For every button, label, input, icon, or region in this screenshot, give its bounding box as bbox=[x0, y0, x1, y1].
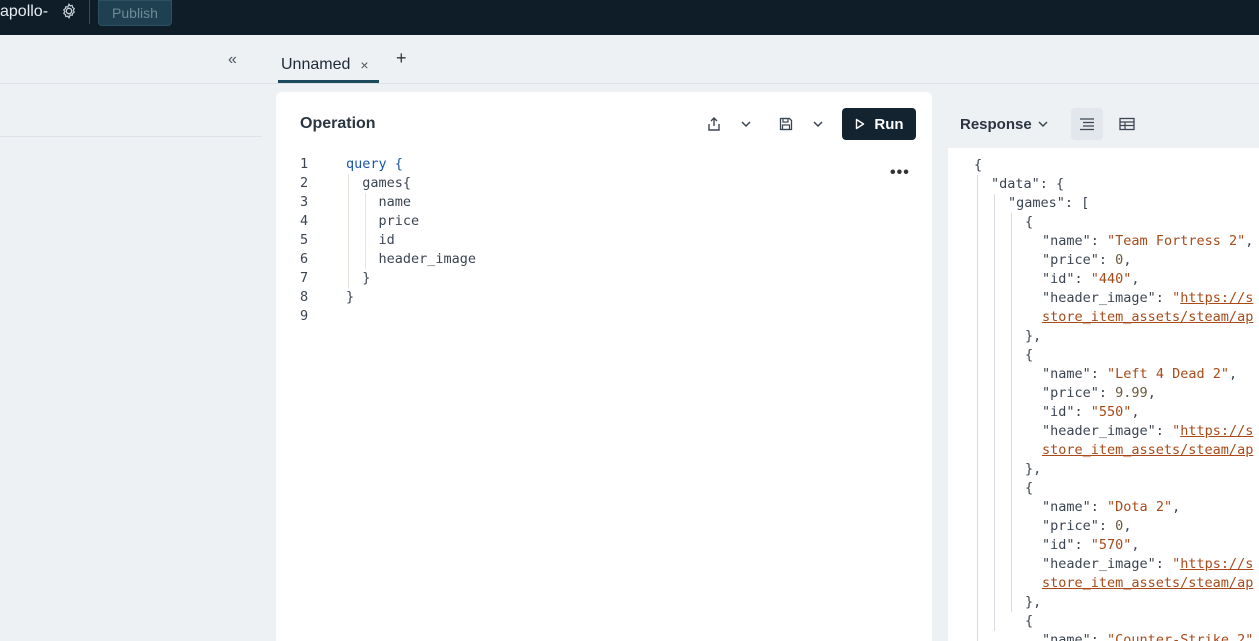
json-line: "name": "Left 4 Dead 2", bbox=[1042, 366, 1238, 382]
sidebar-divider bbox=[0, 136, 262, 137]
chevron-down-icon[interactable] bbox=[738, 116, 754, 132]
json-link[interactable]: https://s bbox=[1180, 290, 1253, 306]
tab-label: Unnamed bbox=[281, 56, 351, 73]
tab-bar-divider bbox=[262, 83, 1259, 84]
json-line: "name": "Counter-Strike 2" bbox=[1042, 632, 1254, 641]
top-bar: apollo- Publish bbox=[0, 0, 1259, 35]
close-tab-icon[interactable]: × bbox=[360, 57, 368, 73]
line-number: 8 bbox=[300, 289, 309, 305]
json-line: { bbox=[1025, 480, 1034, 496]
response-panel[interactable]: { "data": { "games": [ { "name": "Team Fortr… bbox=[948, 148, 1259, 641]
code-text: } bbox=[346, 289, 355, 305]
code-text: id bbox=[346, 232, 395, 248]
graph-name[interactable]: apollo- bbox=[0, 2, 48, 22]
publish-button[interactable]: Publish bbox=[98, 0, 172, 26]
chevron-down-icon[interactable] bbox=[1035, 116, 1051, 132]
sidebar bbox=[0, 35, 262, 641]
tab-unnamed[interactable]: Unnamed × bbox=[278, 50, 379, 83]
operation-title: Operation bbox=[300, 115, 376, 132]
indent-guide bbox=[994, 194, 995, 631]
topbar-divider bbox=[89, 0, 90, 24]
code-text: query { bbox=[346, 156, 403, 172]
operation-panel: Operation Run ••• 1 query {2 games{3 name… bbox=[276, 92, 932, 641]
json-line: "name": "Team Fortress 2", bbox=[1042, 233, 1254, 249]
line-number: 2 bbox=[300, 175, 309, 191]
json-line: "id": "440", bbox=[1042, 271, 1140, 287]
line-number: 3 bbox=[300, 194, 309, 210]
json-line: "header_image": "https://s bbox=[1042, 556, 1254, 572]
json-link[interactable]: https://s bbox=[1180, 423, 1253, 439]
json-line: "games": [ bbox=[1008, 195, 1090, 211]
json-line: "price": 9.99, bbox=[1042, 385, 1156, 401]
json-link[interactable]: store_item_assets/steam/ap bbox=[1042, 309, 1253, 325]
text-lines-icon bbox=[1080, 118, 1094, 131]
json-link[interactable]: store_item_assets/steam/ap bbox=[1042, 575, 1253, 591]
json-line: }, bbox=[1025, 328, 1042, 344]
run-button[interactable]: Run bbox=[842, 108, 916, 140]
json-line: "id": "570", bbox=[1042, 537, 1140, 553]
code-text: header_image bbox=[346, 251, 477, 267]
code-line[interactable]: 4 price bbox=[276, 212, 932, 231]
table-icon[interactable] bbox=[1119, 116, 1135, 132]
json-line: "data": { bbox=[991, 176, 1065, 192]
json-line: { bbox=[1025, 613, 1034, 629]
json-view-button[interactable] bbox=[1071, 108, 1103, 140]
json-line: { bbox=[974, 157, 983, 173]
code-text: name bbox=[346, 194, 412, 210]
json-line: store_item_assets/steam/ap bbox=[1042, 441, 1253, 460]
line-number: 9 bbox=[300, 308, 309, 324]
line-number: 6 bbox=[300, 251, 309, 267]
code-text: } bbox=[346, 270, 371, 286]
code-line[interactable]: 2 games{ bbox=[276, 174, 932, 193]
code-line[interactable]: 8} bbox=[276, 288, 932, 307]
line-number: 7 bbox=[300, 270, 309, 286]
save-icon[interactable] bbox=[778, 116, 794, 132]
add-tab-button[interactable]: + bbox=[396, 48, 407, 69]
json-line: "header_image": "https://s bbox=[1042, 290, 1254, 306]
run-label: Run bbox=[874, 115, 904, 133]
share-icon[interactable] bbox=[706, 116, 722, 132]
json-line: }, bbox=[1025, 594, 1042, 610]
code-line[interactable]: 5 id bbox=[276, 231, 932, 250]
response-title[interactable]: Response bbox=[960, 116, 1032, 133]
json-line: "price": 0, bbox=[1042, 518, 1132, 534]
sidebar-divider bbox=[0, 83, 262, 84]
gear-icon[interactable] bbox=[60, 2, 78, 20]
json-line: store_item_assets/steam/ap bbox=[1042, 574, 1253, 593]
json-line: "header_image": "https://s bbox=[1042, 423, 1254, 439]
indent-guide bbox=[977, 175, 978, 641]
code-line[interactable]: 3 name bbox=[276, 193, 932, 212]
json-line: "id": "550", bbox=[1042, 404, 1140, 420]
json-link[interactable]: store_item_assets/steam/ap bbox=[1042, 442, 1253, 458]
chevron-down-icon[interactable] bbox=[810, 116, 826, 132]
code-line[interactable]: 7 } bbox=[276, 269, 932, 288]
code-text: games{ bbox=[346, 175, 412, 191]
code-line[interactable]: 9 bbox=[276, 307, 932, 326]
response-header: Response bbox=[948, 92, 1259, 148]
json-link[interactable]: https://s bbox=[1180, 556, 1253, 572]
play-icon bbox=[856, 118, 865, 130]
collapse-sidebar-icon[interactable]: « bbox=[228, 51, 237, 69]
code-line[interactable]: 1 query { bbox=[276, 155, 932, 174]
code-line[interactable]: 6 header_image bbox=[276, 250, 932, 269]
line-number: 5 bbox=[300, 232, 309, 248]
json-line: { bbox=[1025, 347, 1034, 363]
line-number: 4 bbox=[300, 213, 309, 229]
json-line: "price": 0, bbox=[1042, 252, 1132, 268]
json-line: "name": "Dota 2", bbox=[1042, 499, 1181, 515]
json-line: }, bbox=[1025, 461, 1042, 477]
json-line: store_item_assets/steam/ap bbox=[1042, 308, 1253, 327]
indent-guide bbox=[1011, 213, 1012, 612]
code-text: price bbox=[346, 213, 420, 229]
line-number: 1 bbox=[300, 156, 309, 172]
json-line: { bbox=[1025, 214, 1034, 230]
